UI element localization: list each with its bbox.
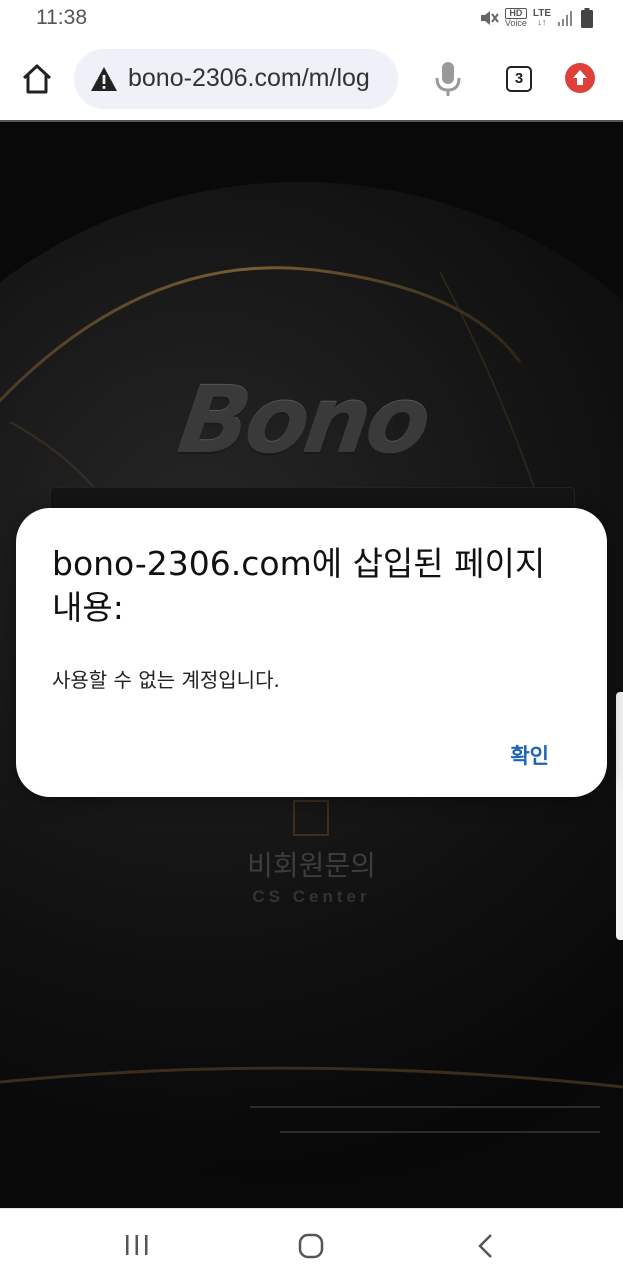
- mic-button[interactable]: [434, 60, 462, 98]
- home-icon: [22, 64, 52, 94]
- alert-dialog: bono-2306.com에 삽입된 페이지 내용: 사용할 수 없는 계정입니…: [16, 508, 607, 797]
- navigation-bar: [0, 1208, 623, 1281]
- status-bar: 11:38 HD Voice LTE ↓↑: [0, 0, 623, 38]
- ok-button[interactable]: 확인: [510, 740, 549, 770]
- back-icon[interactable]: [476, 1233, 496, 1263]
- browser-toolbar: bono-2306.com/m/log 3: [0, 38, 623, 122]
- cs-center-label[interactable]: 비회원문의: [0, 844, 623, 884]
- dialog-title: bono-2306.com에 삽입된 페이지 내용:: [52, 544, 546, 627]
- url-bar[interactable]: bono-2306.com/m/log: [74, 49, 398, 109]
- dialog-message: 사용할 수 없는 계정입니다.: [52, 668, 280, 692]
- mic-icon: [435, 62, 461, 96]
- signal-icon: [557, 9, 575, 27]
- warning-icon[interactable]: [90, 66, 118, 96]
- recent-apps-icon[interactable]: [124, 1234, 150, 1260]
- battery-icon: [581, 8, 593, 28]
- status-icons: HD Voice LTE ↓↑: [479, 8, 593, 28]
- lte-icon: LTE ↓↑: [532, 8, 551, 27]
- hd-voice-icon: HD Voice: [504, 8, 527, 28]
- home-nav-icon[interactable]: [298, 1233, 324, 1263]
- url-text[interactable]: bono-2306.com/m/log: [128, 64, 370, 93]
- cs-center-sublabel[interactable]: CS Center: [0, 887, 623, 907]
- status-time: 11:38: [36, 6, 87, 29]
- tabs-button[interactable]: 3: [506, 66, 532, 92]
- update-button[interactable]: [565, 63, 595, 93]
- update-icon: [573, 70, 587, 85]
- cs-center-icon[interactable]: [293, 800, 329, 836]
- mute-icon: [479, 8, 499, 28]
- home-button[interactable]: [18, 60, 56, 98]
- scrollbar-handle[interactable]: [616, 692, 623, 940]
- bono-logo: Bono: [172, 367, 434, 474]
